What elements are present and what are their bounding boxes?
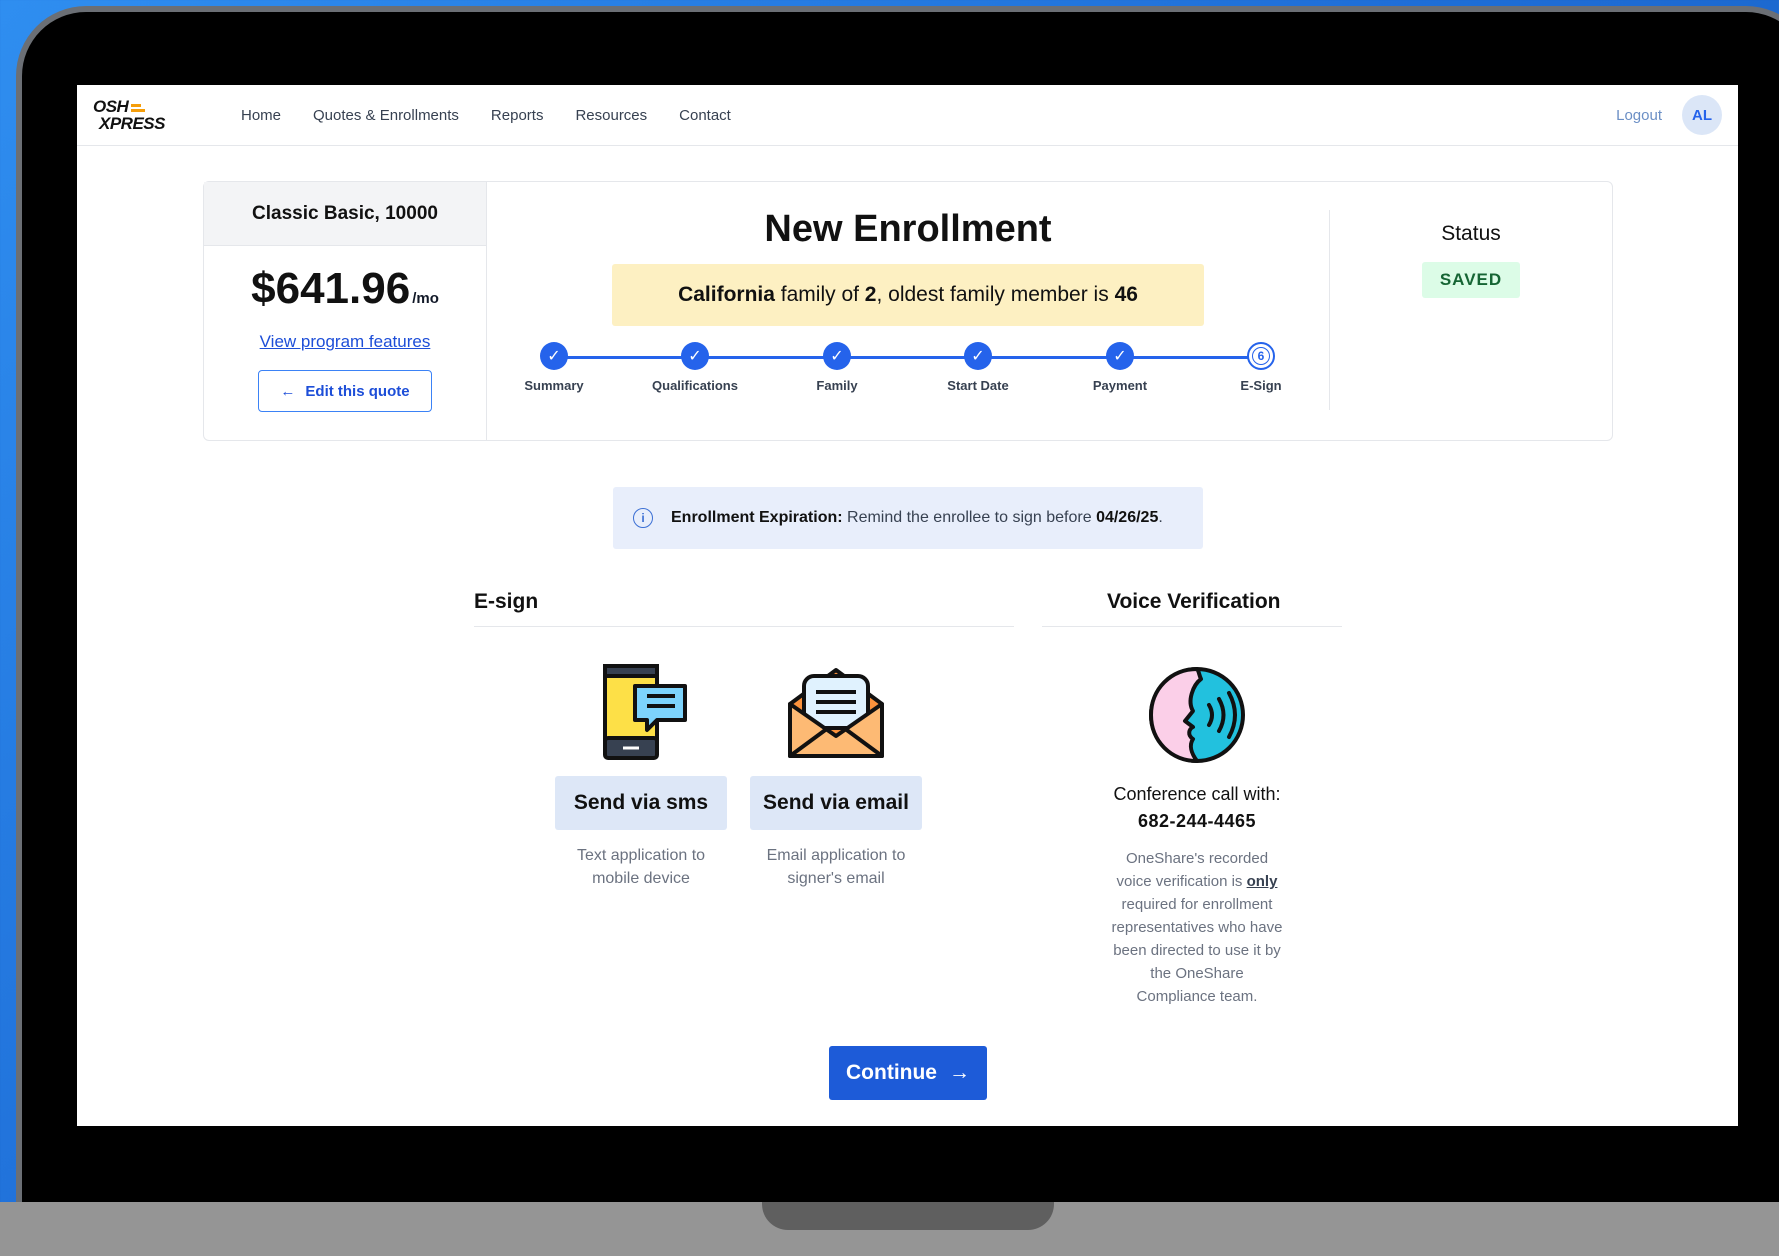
monthly-price: $641.96 (251, 264, 411, 313)
price-row: $641.96 /mo (251, 264, 439, 314)
voice-verification-note: OneShare's recorded voice verification i… (1111, 850, 1283, 1005)
continue-label: Continue (846, 1061, 937, 1084)
step-e-sign[interactable]: 6 E-Sign (1201, 342, 1321, 393)
logout-link[interactable]: Logout (1616, 107, 1662, 124)
status-column: Status SAVED (1330, 182, 1612, 440)
esign-section-title: E-sign (474, 590, 539, 613)
email-option: Send via email Email application to sign… (742, 662, 930, 890)
nav-home[interactable]: Home (241, 107, 281, 124)
step-start-date[interactable]: ✓ Start Date (918, 342, 1038, 393)
nav-resources[interactable]: Resources (575, 107, 647, 124)
view-program-features-link[interactable]: View program features (260, 332, 431, 352)
voice-verification-title: Voice Verification (1107, 590, 1281, 613)
app-screen: OSH XPRESS Home Quotes & Enrollments Rep… (77, 85, 1738, 1126)
status-badge: SAVED (1421, 262, 1521, 298)
voice-divider (1042, 626, 1342, 627)
sms-option: Send via sms Text application to mobile … (547, 662, 735, 890)
send-via-email-button[interactable]: Send via email (750, 776, 922, 830)
step-summary[interactable]: ✓ Summary (494, 342, 614, 393)
info-icon: i (633, 508, 653, 528)
step-qualifications[interactable]: ✓ Qualifications (635, 342, 755, 393)
laptop-notch (762, 1202, 1054, 1230)
enrollment-expiration-notice: i Enrollment Expiration: Remind the enro… (613, 487, 1203, 549)
edit-quote-button[interactable]: ← Edit this quote (258, 370, 432, 412)
envelope-letter-icon (788, 668, 884, 758)
check-icon: ✓ (1106, 342, 1134, 370)
status-label: Status (1441, 222, 1501, 245)
logo-dash (131, 109, 145, 112)
nav-links: Home Quotes & Enrollments Reports Resour… (241, 107, 731, 124)
send-via-sms-button[interactable]: Send via sms (555, 776, 727, 830)
enrollment-summary-card: Classic Basic, 10000 $641.96 /mo View pr… (203, 181, 1613, 441)
continue-button[interactable]: Continue → (829, 1046, 987, 1100)
top-navbar: OSH XPRESS Home Quotes & Enrollments Rep… (77, 85, 1738, 146)
enrollment-stepper: ✓ Summary ✓ Qualifications ✓ Family ✓ St… (487, 342, 1330, 412)
email-description: Email application to signer's email (766, 847, 906, 887)
check-icon: ✓ (823, 342, 851, 370)
check-icon: ✓ (964, 342, 992, 370)
conference-call-info: Conference call with: 682-244-4465 (1113, 784, 1281, 831)
step-payment[interactable]: ✓ Payment (1060, 342, 1180, 393)
arrow-left-icon: ← (280, 382, 296, 400)
oshxpress-logo[interactable]: OSH XPRESS (93, 95, 193, 135)
family-info-banner: California family of 2, oldest family me… (612, 264, 1204, 326)
price-period: /mo (412, 290, 439, 307)
sms-description: Text application to mobile device (576, 847, 706, 887)
phone-chat-icon (603, 664, 687, 760)
edit-quote-label: Edit this quote (305, 382, 410, 400)
nav-quotes-enrollments[interactable]: Quotes & Enrollments (313, 107, 459, 124)
step-family[interactable]: ✓ Family (777, 342, 897, 393)
conference-phone-number[interactable]: 682-244-4465 (1138, 811, 1256, 831)
nav-right: Logout AL (1616, 95, 1722, 135)
page-title: New Enrollment (764, 208, 1052, 250)
user-avatar[interactable]: AL (1682, 95, 1722, 135)
enrollment-column: New Enrollment California family of 2, o… (487, 208, 1330, 412)
step-number-icon: 6 (1247, 342, 1275, 370)
nav-contact[interactable]: Contact (679, 107, 731, 124)
check-icon: ✓ (540, 342, 568, 370)
arrow-right-icon: → (948, 1061, 970, 1084)
voice-verification-panel: Conference call with: 682-244-4465 OneSh… (1087, 665, 1307, 1008)
check-icon: ✓ (681, 342, 709, 370)
plan-name: Classic Basic, 10000 (204, 182, 486, 246)
nav-reports[interactable]: Reports (491, 107, 544, 124)
quote-column: Classic Basic, 10000 $641.96 /mo View pr… (204, 182, 487, 440)
esign-divider (474, 626, 1014, 627)
logo-dash (131, 104, 141, 107)
voice-speaking-icon (1149, 667, 1245, 763)
